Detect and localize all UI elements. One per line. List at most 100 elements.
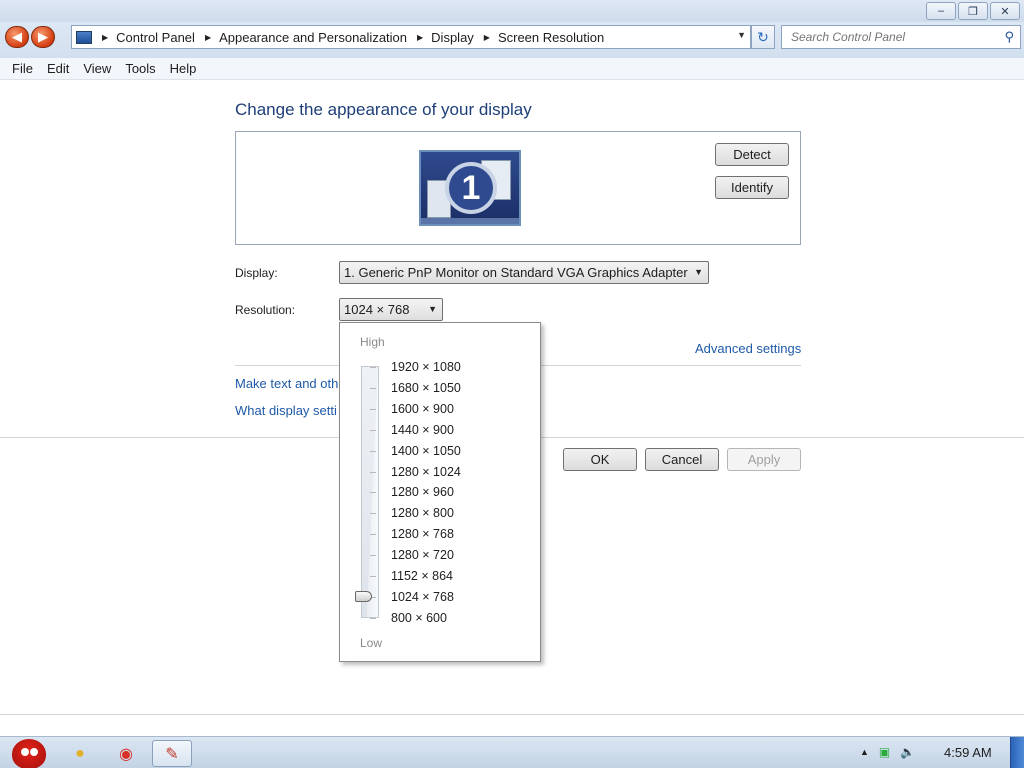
forward-arrow-icon: ▶ [38,29,48,44]
slider-tick [370,534,376,536]
display-select-value: 1. Generic PnP Monitor on Standard VGA G… [344,265,688,280]
taskbar-explorer[interactable]: ● [60,740,100,767]
start-button[interactable] [4,731,50,768]
control-panel-icon: ✎ [165,745,179,763]
address-dropdown-icon[interactable]: ▼ [737,30,746,40]
menu-view[interactable]: View [76,61,118,76]
ok-button[interactable]: OK [563,448,637,471]
chrome-icon: ◉ [119,745,133,763]
network-icon[interactable]: ▣ [879,745,890,759]
breadcrumb-appearance[interactable]: Appearance and Personalization [219,30,407,45]
cancel-button[interactable]: Cancel [645,448,719,471]
what-display-settings-link[interactable]: What display setti [235,403,337,418]
search-box[interactable]: ⚲ [781,25,1021,49]
menu-edit[interactable]: Edit [40,61,76,76]
slider-tick [370,387,376,389]
breadcrumb-screen-resolution[interactable]: Screen Resolution [498,30,604,45]
chevron-down-icon: ▼ [428,304,437,314]
refresh-button[interactable]: ↻ [751,25,775,49]
display-label: Display: [235,266,278,280]
breadcrumb-arrow-icon[interactable]: ▶ [484,33,490,42]
resolution-option[interactable]: 1280 × 1024 [391,465,461,479]
search-icon[interactable]: ⚲ [1004,29,1014,45]
identify-button[interactable]: Identify [715,176,789,199]
minimize-icon: – [937,5,945,17]
resolution-option[interactable]: 1680 × 1050 [391,381,461,395]
resolution-option[interactable]: 1280 × 800 [391,506,454,520]
nav-buttons: ◀ ▶ [5,26,55,48]
slider-tick [370,576,376,577]
resolution-option[interactable]: 1600 × 900 [391,402,454,416]
slider-tick [370,367,376,368]
resolution-option[interactable]: 1152 × 864 [391,569,453,583]
address-bar[interactable]: ▶ Control Panel ▶ Appearance and Persona… [71,25,751,49]
monitor-number: 1 [445,162,497,214]
slider-tick [370,408,376,410]
back-button[interactable]: ◀ [5,26,29,48]
control-panel-icon [76,30,92,44]
resolution-option[interactable]: 1440 × 900 [391,423,454,437]
breadcrumb-control-panel[interactable]: Control Panel [116,30,195,45]
forward-button[interactable]: ▶ [31,26,55,48]
taskbar-control-panel[interactable]: ✎ [152,740,192,767]
refresh-icon: ↻ [757,28,769,45]
system-tray: ▲ ▣ 🔈 [860,745,915,759]
breadcrumb-arrow-icon[interactable]: ▶ [417,33,423,42]
monitor-taskbar [421,218,519,224]
breadcrumb: ▶ Control Panel ▶ Appearance and Persona… [100,30,604,45]
show-desktop-button[interactable] [1010,737,1024,768]
detect-button[interactable]: Detect [715,143,789,166]
bird-eye [21,748,29,756]
taskbar-chrome[interactable]: ◉ [106,740,146,767]
slider-tick [370,492,376,494]
resolution-option[interactable]: 1024 × 768 [391,590,454,604]
resolution-select[interactable]: 1024 × 768 ▼ [339,298,443,321]
make-text-larger-link[interactable]: Make text and oth [235,376,338,391]
menu-help[interactable]: Help [163,61,204,76]
slider-tick [370,555,376,557]
display-select[interactable]: 1. Generic PnP Monitor on Standard VGA G… [339,261,709,284]
clock[interactable]: 4:59 AM [944,745,992,760]
bird-eye [30,748,38,756]
search-input[interactable] [782,26,992,48]
taskbar: ● ◉ ✎ ▲ ▣ 🔈 4:59 AM [0,736,1024,768]
breadcrumb-display[interactable]: Display [431,30,474,45]
menu-file[interactable]: File [5,61,40,76]
title-bar: – ❐ ✕ [0,0,1024,22]
menu-tools[interactable]: Tools [118,61,162,76]
resolution-option[interactable]: 1920 × 1080 [391,360,461,374]
apply-button[interactable]: Apply [727,448,801,471]
resolution-label: Resolution: [235,303,296,317]
resolution-slider-thumb[interactable] [355,591,372,602]
back-arrow-icon: ◀ [12,29,22,44]
window-controls: – ❐ ✕ [926,2,1020,20]
divider [0,714,1024,715]
menu-bar: File Edit View Tools Help [0,58,1024,80]
resolution-option[interactable]: 1280 × 720 [391,548,454,562]
page-title: Change the appearance of your display [235,100,532,119]
close-button[interactable]: ✕ [990,2,1020,20]
slider-tick [370,429,376,431]
slider-tick [370,617,376,619]
show-hidden-icons-icon[interactable]: ▲ [860,747,869,757]
resolution-dropdown[interactable]: High 1920 × 1080 1680 × 1050 1600 × 900 144… [339,322,541,662]
folder-icon: ● [75,744,85,762]
display-preview: 1 Detect Identify [235,131,801,245]
resolution-option[interactable]: 1280 × 768 [391,527,454,541]
breadcrumb-arrow-icon[interactable]: ▶ [205,33,211,42]
breadcrumb-arrow-icon[interactable]: ▶ [102,33,108,42]
resolution-option[interactable]: 1400 × 1050 [391,444,461,458]
chevron-down-icon: ▼ [694,267,703,277]
monitor-1-icon[interactable]: 1 [419,150,521,226]
resolution-select-value: 1024 × 768 [344,302,410,317]
navigation-bar: ◀ ▶ ▶ Control Panel ▶ Appearance and Per… [0,22,1024,58]
slider-low-label: Low [360,636,383,650]
resolution-option[interactable]: 800 × 600 [391,611,447,625]
restore-button[interactable]: ❐ [958,2,988,20]
restore-icon: ❐ [968,5,978,18]
volume-icon[interactable]: 🔈 [900,745,915,759]
minimize-button[interactable]: – [926,2,956,20]
slider-tick [370,450,376,452]
advanced-settings-link[interactable]: Advanced settings [695,341,801,356]
resolution-option[interactable]: 1280 × 960 [391,485,454,499]
